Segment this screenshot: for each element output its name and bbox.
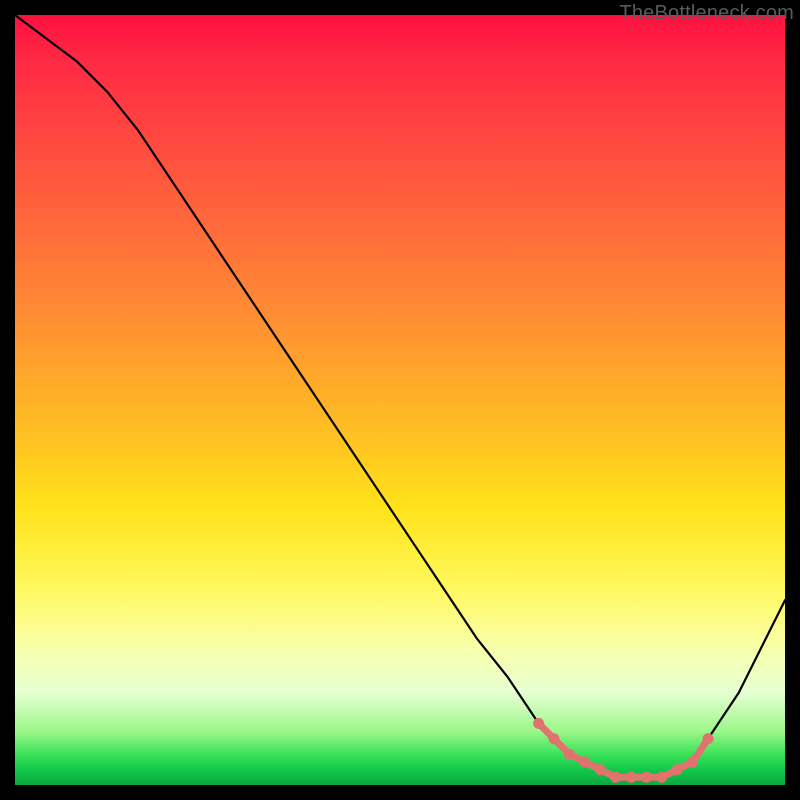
highlight-dot [656,772,667,783]
highlight-dot [533,718,544,729]
watermark-text: TheBottleneck.com [619,2,794,25]
highlight-dot [687,756,698,767]
highlight-dot [549,733,560,744]
highlight-dot [626,772,637,783]
highlight-dot [703,733,714,744]
chart-stage: TheBottleneck.com [0,0,800,800]
highlight-dots [533,718,713,783]
plot-area [15,15,785,785]
highlight-dot [564,749,575,760]
highlight-dot [610,772,621,783]
bottleneck-curve-line [15,15,785,777]
highlight-dot [579,756,590,767]
curve-svg [15,15,785,785]
highlight-dot [641,772,652,783]
highlight-dot [672,764,683,775]
highlight-dot [595,764,606,775]
